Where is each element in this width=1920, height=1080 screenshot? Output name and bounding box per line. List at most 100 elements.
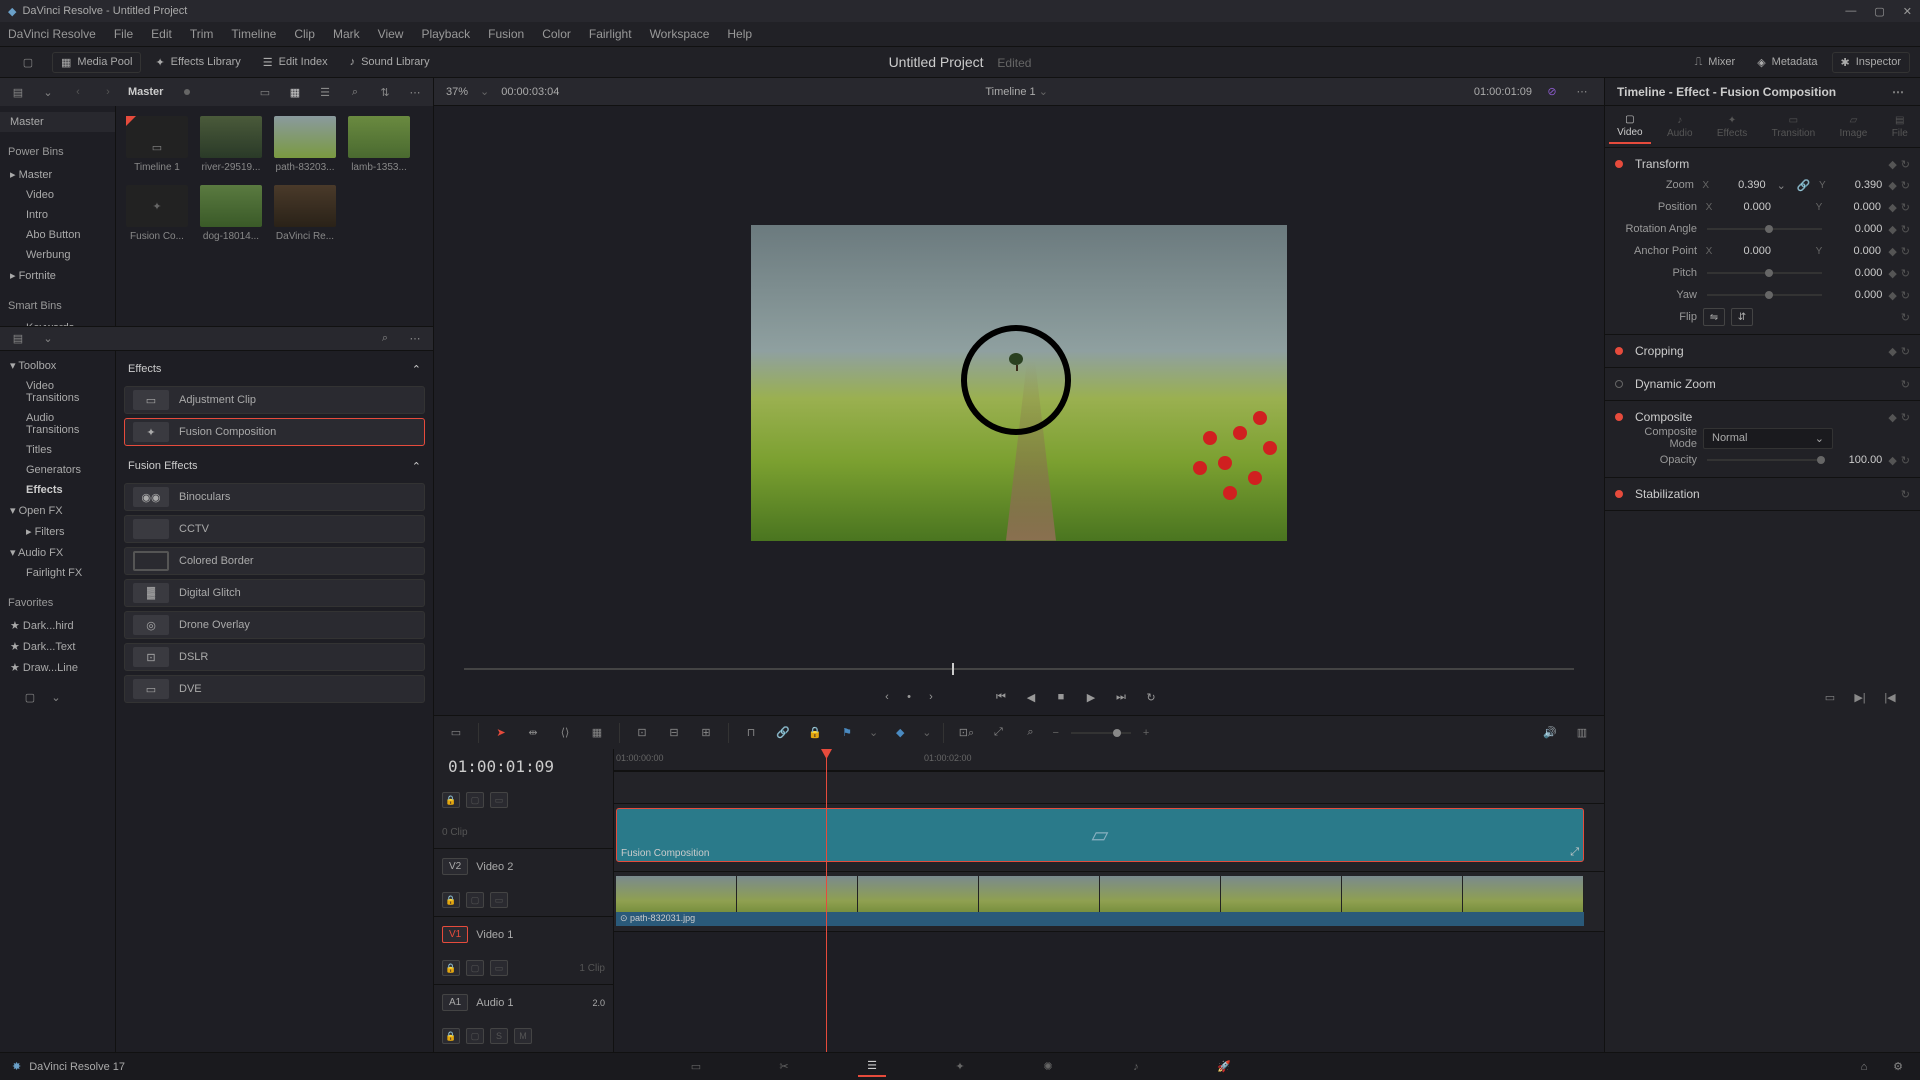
v3-disable-icon[interactable]: ▭ xyxy=(490,792,508,808)
tab-video[interactable]: ▢Video xyxy=(1609,110,1650,144)
tab-audio[interactable]: ♪Audio xyxy=(1659,111,1701,143)
last-frame-icon[interactable]: ⏭ xyxy=(1113,689,1129,705)
pitch-slider[interactable] xyxy=(1707,272,1822,274)
collapse-icon[interactable]: ⌃ xyxy=(412,363,421,376)
a1-auto-icon[interactable]: ▢ xyxy=(466,1028,484,1044)
bin-abo[interactable]: Abo Button xyxy=(0,225,115,245)
reset-icon[interactable]: ↻ xyxy=(1901,245,1910,258)
reset-icon[interactable]: ↻ xyxy=(1901,345,1910,358)
composite-header[interactable]: Composite xyxy=(1635,410,1882,424)
sort-icon[interactable]: ⇅ xyxy=(375,82,395,102)
menu-fairlight[interactable]: Fairlight xyxy=(589,27,632,41)
kf-icon[interactable]: ◆ xyxy=(1888,245,1896,258)
reset-icon[interactable]: ↻ xyxy=(1901,411,1910,424)
circle-overlay[interactable] xyxy=(961,325,1071,435)
fx-chevron-icon[interactable]: ⌄ xyxy=(38,329,58,349)
menu-davinci[interactable]: DaVinci Resolve xyxy=(8,27,96,41)
inspector-button[interactable]: ✱ Inspector xyxy=(1832,52,1910,73)
v2-lock-icon[interactable]: 🔒 xyxy=(442,892,460,908)
menu-fusion[interactable]: Fusion xyxy=(488,27,524,41)
view-list-icon[interactable]: ☰ xyxy=(315,82,335,102)
chevron-down-icon[interactable]: ⌄ xyxy=(38,82,58,102)
v1-lock-icon[interactable]: 🔒 xyxy=(442,960,460,976)
arrow-tool-icon[interactable]: ➤ xyxy=(491,723,511,743)
bin-master[interactable]: ▸ Master xyxy=(0,164,115,185)
zoom-full-icon[interactable]: ⤢ xyxy=(988,723,1008,743)
forward-icon[interactable]: › xyxy=(98,82,118,102)
transform-header[interactable]: Transform xyxy=(1635,157,1882,171)
page-media[interactable]: ▭ xyxy=(682,1057,710,1077)
fx-audio-trans[interactable]: Audio Transitions xyxy=(0,408,115,440)
fx-layout-icon[interactable]: ▤ xyxy=(8,329,28,349)
menu-color[interactable]: Color xyxy=(542,27,571,41)
play-icon[interactable]: ▶ xyxy=(1083,689,1099,705)
back-icon[interactable]: ‹ xyxy=(68,82,88,102)
snap-icon[interactable]: ⊓ xyxy=(741,723,761,743)
dynzoom-header[interactable]: Dynamic Zoom xyxy=(1635,377,1895,391)
fav-2[interactable]: ★ Dark...Text xyxy=(0,636,115,657)
more-icon[interactable]: ⋯ xyxy=(405,82,425,102)
fx-cctv[interactable]: CCTV xyxy=(124,515,425,543)
tl-view-icon[interactable]: ▭ xyxy=(446,723,466,743)
timeline-ruler[interactable]: 01:00:00:00 01:00:02:00 xyxy=(614,749,1604,771)
fav-1[interactable]: ★ Dark...hird xyxy=(0,615,115,636)
fx-search-icon[interactable]: ⌕ xyxy=(375,329,395,349)
fx-video-trans[interactable]: Video Transitions xyxy=(0,376,115,408)
reset-icon[interactable]: ↻ xyxy=(1901,179,1910,192)
zoom-out-icon[interactable]: ⌕ xyxy=(1020,723,1040,743)
tl-search-icon[interactable]: ⊡⌕ xyxy=(956,723,976,743)
tab-file[interactable]: ▤File xyxy=(1884,111,1916,143)
reset-icon[interactable]: ↻ xyxy=(1901,267,1910,280)
kf-icon[interactable]: ◆ xyxy=(1888,179,1896,192)
menu-view[interactable]: View xyxy=(378,27,404,41)
playhead[interactable] xyxy=(826,749,827,1052)
zoom-pct[interactable]: 37% xyxy=(446,86,468,98)
mark-prev-icon[interactable]: ‹ xyxy=(879,689,895,705)
rot-val[interactable]: 0.000 xyxy=(1832,223,1882,235)
fx-fairlight[interactable]: Fairlight FX xyxy=(0,563,115,583)
v2-disable-icon[interactable]: ▭ xyxy=(490,892,508,908)
menu-playback[interactable]: Playback xyxy=(421,27,470,41)
flag-icon[interactable]: ⚑ xyxy=(837,723,857,743)
bin-intro[interactable]: Intro xyxy=(0,205,115,225)
fx-dve[interactable]: ▭DVE xyxy=(124,675,425,703)
bin-master-tab[interactable]: Master xyxy=(0,112,115,132)
kf-icon[interactable]: ◆ xyxy=(1888,201,1896,214)
media-pool-button[interactable]: ▦ Media Pool xyxy=(52,52,141,73)
v2-auto-icon[interactable]: ▢ xyxy=(466,892,484,908)
settings-icon[interactable]: ⚙ xyxy=(1888,1057,1908,1077)
reset-icon[interactable]: ↻ xyxy=(1901,488,1910,501)
a1-solo-icon[interactable]: S xyxy=(490,1028,508,1044)
zoom-y[interactable]: 0.390 xyxy=(1834,179,1882,191)
reset-icon[interactable]: ↻ xyxy=(1901,454,1910,467)
fx-more-icon[interactable]: ⋯ xyxy=(405,329,425,349)
shape-chevron-icon[interactable]: ⌄ xyxy=(46,687,66,707)
mark-dot-icon[interactable]: • xyxy=(901,689,917,705)
kf-icon[interactable]: ◆ xyxy=(1888,411,1896,424)
dynzoom-enable-icon[interactable] xyxy=(1615,380,1623,388)
page-cut[interactable]: ✂ xyxy=(770,1057,798,1077)
fx-filters[interactable]: ▸ Filters xyxy=(0,521,115,542)
menu-clip[interactable]: Clip xyxy=(294,27,315,41)
clip-davinci[interactable]: DaVinci Re... xyxy=(274,185,336,242)
kf-icon[interactable]: ◆ xyxy=(1888,345,1896,358)
anc-y[interactable]: 0.000 xyxy=(1831,245,1881,257)
v1-disable-icon[interactable]: ▭ xyxy=(490,960,508,976)
fx-audiofx[interactable]: ▾ Audio FX xyxy=(0,542,115,563)
timeline-name[interactable]: Timeline 1 xyxy=(985,86,1035,98)
menu-workspace[interactable]: Workspace xyxy=(650,27,710,41)
pitch-val[interactable]: 0.000 xyxy=(1832,267,1882,279)
page-color[interactable]: ✺ xyxy=(1034,1057,1062,1077)
a1-lock-icon[interactable]: 🔒 xyxy=(442,1028,460,1044)
fx-binoculars[interactable]: ◉◉Binoculars xyxy=(124,483,425,511)
rotation-slider[interactable] xyxy=(1707,228,1822,230)
menu-file[interactable]: File xyxy=(114,27,133,41)
maximize-icon[interactable]: ▢ xyxy=(1874,5,1884,18)
link-icon[interactable]: 🔗 xyxy=(773,723,793,743)
fx-dslr[interactable]: ⊡DSLR xyxy=(124,643,425,671)
go-end-icon[interactable]: ▶| xyxy=(1850,687,1870,707)
v3-lock-icon[interactable]: 🔒 xyxy=(442,792,460,808)
shape-icon[interactable]: ▢ xyxy=(20,687,40,707)
tab-effects[interactable]: ✦Effects xyxy=(1709,111,1755,143)
menu-mark[interactable]: Mark xyxy=(333,27,360,41)
